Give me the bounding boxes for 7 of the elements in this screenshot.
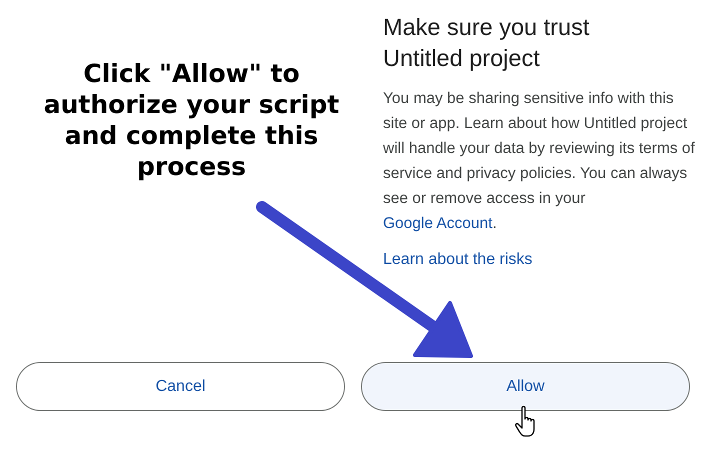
body-text: You may be sharing sensitive info with this site or app. Learn about how Untitled project will handle your data by reviewing its terms of service and privacy policies. You can always see or remove access in your Google Account.: [383, 89, 696, 234]
cancel-button[interactable]: Cancel: [16, 362, 345, 411]
allow-button[interactable]: Allow: [361, 362, 690, 411]
dialog-title: Make sure you trust Untitled project: [383, 13, 590, 73]
risks-link[interactable]: Learn about the risks: [383, 251, 532, 269]
instruction-text: Click "Allow" to authorize your script and complete this process: [42, 58, 340, 182]
account-link[interactable]: Google Account: [383, 215, 492, 232]
